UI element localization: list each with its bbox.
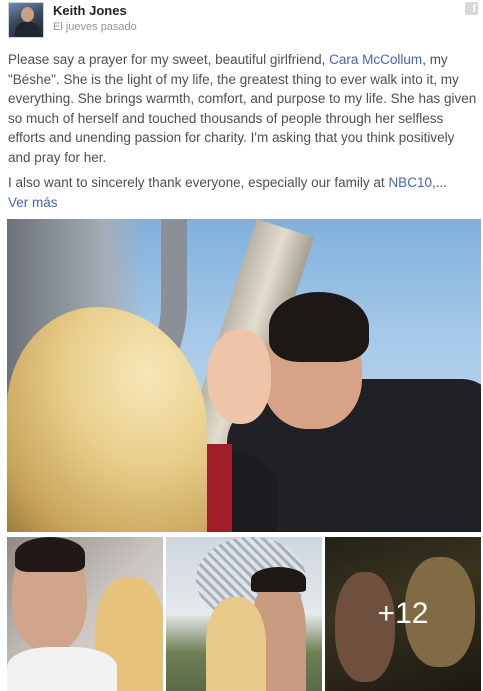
thumb2-man-hair [251, 567, 306, 592]
author-name[interactable]: Keith Jones [53, 3, 127, 18]
paragraph-1-text-end: , my "Béshe". She is the light of my lif… [8, 52, 477, 165]
man-hair [269, 292, 369, 362]
post-paragraph-1: Please say a prayer for my sweet, beauti… [8, 50, 478, 167]
main-photo[interactable] [7, 219, 481, 532]
paragraph-2-text-start: I also want to sincerely thank everyone,… [8, 175, 389, 190]
facebook-post: Keith Jones El jueves pasado f Please sa… [0, 0, 483, 691]
avatar-body [15, 22, 40, 37]
thumbnail-photo-1[interactable] [7, 537, 163, 691]
paragraph-2-text-end: ,... [431, 175, 447, 190]
avatar-head [21, 7, 34, 22]
mention-nbc10[interactable]: NBC10 [388, 175, 432, 190]
post-paragraph-2: I also want to sincerely thank everyone,… [8, 173, 478, 212]
post-timestamp[interactable]: El jueves pasado [53, 21, 137, 33]
photo-thumbnails: +12 [7, 537, 481, 691]
thumb1-shirt [7, 647, 117, 691]
see-more-link[interactable]: Ver más [8, 195, 58, 210]
more-photos-count: +12 [377, 597, 429, 630]
woman-face [207, 329, 271, 424]
thumb2-woman [206, 597, 266, 691]
thumb1-man-hair [15, 537, 85, 572]
facebook-icon: f [465, 2, 478, 15]
thumbnail-photo-3[interactable]: +12 [325, 537, 481, 691]
mention-cara-mccollum[interactable]: Cara McCollum [329, 52, 422, 67]
avatar[interactable] [8, 2, 44, 38]
post-text: Please say a prayer for my sweet, beauti… [8, 50, 478, 218]
paragraph-1-text-start: Please say a prayer for my sweet, beauti… [8, 52, 330, 67]
more-photos-overlay[interactable]: +12 [325, 537, 481, 691]
post-header: Keith Jones El jueves pasado f [8, 0, 478, 40]
thumbnail-photo-2[interactable] [166, 537, 322, 691]
